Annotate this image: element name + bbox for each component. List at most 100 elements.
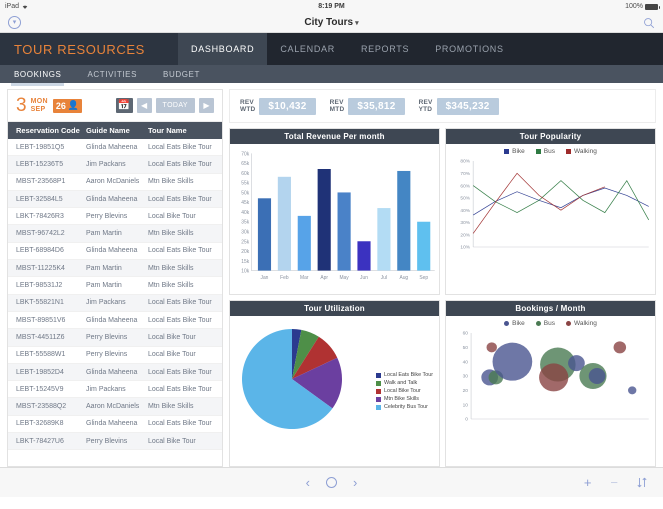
svg-text:50: 50 <box>463 345 469 350</box>
cell-guide-name: Perry Blevins <box>86 212 128 220</box>
table-row[interactable]: LEBT-32584L5 Glinda Maheena Local Eats Bik… <box>8 190 222 209</box>
kpi-rev-mtd-label: REV MTD <box>330 99 345 113</box>
main-tab-bar: DASHBOARD CALENDAR REPORTS PROMOTIONS <box>178 33 663 65</box>
cell-tour-name: Local Eats Bike Tour <box>148 247 212 255</box>
svg-text:30: 30 <box>463 374 469 379</box>
table-row[interactable]: LBKT-55821N1 Jim Packans Local Eats Bike T… <box>8 294 222 312</box>
pie-legend-item: Walk and Talk <box>375 380 433 386</box>
cell-reservation-code: LEBT-19852D4 <box>16 368 64 376</box>
cell-reservation-code: LBKT-78427U6 <box>16 437 64 445</box>
table-row[interactable]: MBST-11225K4 Pam Martin Mtn Bike Skills <box>8 260 222 278</box>
pie-legend-item: Local Bike Tour <box>375 388 433 394</box>
cell-guide-name: Aaron McDaniels <box>86 403 140 411</box>
pie-legend-swatch <box>375 380 381 386</box>
brand-block: TOUR RESOURCES <box>0 33 178 65</box>
cell-reservation-code: MBST-11225K4 <box>16 264 65 272</box>
table-row[interactable]: MBST-89851V6 Glinda Maheena Local Eats Bik… <box>8 312 222 330</box>
card-tour-utilization: Tour Utilization Local Eats Bike Tour Wal… <box>229 300 440 467</box>
svg-text:Jun: Jun <box>360 275 368 281</box>
table-row[interactable]: LEBT-32689K8 Glinda Maheena Local Eats Bik… <box>8 416 222 434</box>
kpi-rev-ytd-line1: REV <box>418 99 433 106</box>
chevron-down-circle-icon[interactable]: ▾ <box>8 16 21 29</box>
column-header-reservation-code[interactable]: Reservation Code <box>8 126 86 135</box>
legend-swatch-walking <box>565 149 571 154</box>
pie-legend-swatch <box>375 396 381 402</box>
table-row[interactable]: LEBT-15245V9 Jim Packans Local Eats Bike T… <box>8 381 222 399</box>
add-icon[interactable]: + <box>584 476 592 489</box>
legend-label-walking-bookings: Walking <box>573 320 597 327</box>
today-button[interactable]: TODAY <box>155 98 195 113</box>
search-icon[interactable] <box>643 17 655 29</box>
sub-tab-activities[interactable]: ACTIVITIES <box>87 65 137 83</box>
svg-text:Jul: Jul <box>381 275 387 281</box>
chart-tour-utilization[interactable]: Local Eats Bike Tour Walk and Talk Local B… <box>230 316 439 466</box>
kpi-rev-ytd-label: REV YTD <box>419 99 433 113</box>
legend-tour-popularity: Bike Bus Walking <box>446 144 655 155</box>
cell-tour-name: Local Eats Bike Tour <box>148 299 212 307</box>
tab-dashboard[interactable]: DASHBOARD <box>178 33 268 65</box>
sort-icon[interactable] <box>637 477 647 488</box>
table-row[interactable]: LBKT-78426R3 Perry Blevins Local Bike Tour <box>8 208 222 226</box>
date-day-number: 3 <box>16 95 27 116</box>
circle-icon[interactable] <box>326 477 337 488</box>
pie-legend-item: Local Eats Bike Tour <box>375 372 433 378</box>
page-title[interactable]: City Tours ▾ <box>0 17 663 28</box>
table-row[interactable]: LEBT-55588W1 Perry Blevins Local Bike Tour <box>8 347 222 364</box>
chart-tour-popularity[interactable]: Bike Bus Walking 80% 70% 60% 50% 40% 30% 20% 10… <box>446 144 655 294</box>
svg-text:60: 60 <box>463 331 469 336</box>
next-icon[interactable]: › <box>353 476 357 489</box>
column-header-tour-name[interactable]: Tour Name <box>148 126 222 135</box>
sub-tab-bookings[interactable]: BOOKINGS <box>10 65 66 86</box>
chart-total-revenue[interactable]: 70k 65k 60k 55k 50k 45k 40k 35k 30k 25k 20k 15k 10k J… <box>230 144 439 294</box>
kpi-rev-wtd-line2: WTD <box>240 106 256 113</box>
table-row[interactable]: LEBT-19851Q5 Glinda Maheena Local Eats Bik… <box>8 139 222 157</box>
tab-calendar[interactable]: CALENDAR <box>267 33 348 65</box>
chart-bookings-per-month[interactable]: Bike Bus Walking 60 50 40 30 20 10 0 <box>446 316 655 466</box>
table-row[interactable]: MBST-23568P1 Aaron McDaniels Mtn Bike Skil… <box>8 174 222 191</box>
cell-tour-name: Mtn Bike Skills <box>148 403 194 411</box>
table-row[interactable]: LEBT-15236T5 Jim Packans Local Eats Bike T… <box>8 156 222 174</box>
table-row[interactable]: LEBT-19852D4 Glinda Maheena Local Eats Bik… <box>8 363 222 382</box>
svg-text:60k: 60k <box>241 171 249 177</box>
next-day-button[interactable]: ▶ <box>199 98 214 113</box>
table-row[interactable]: LEBT-98531J2 Pam Martin Mtn Bike Skills <box>8 277 222 295</box>
prev-day-button[interactable]: ◀ <box>136 98 152 113</box>
calendar-icon[interactable]: 📅 <box>115 98 133 113</box>
pie-legend-swatch <box>375 388 381 394</box>
pie-legend-label: Mtn Bike Skills <box>383 396 420 402</box>
kpi-rev-mtd-line2: MTD <box>329 106 345 113</box>
cell-guide-name: Glinda Maheena <box>86 368 138 376</box>
minus-icon[interactable]: − <box>610 476 618 489</box>
booking-count-badge: 26 👤 <box>52 98 83 113</box>
date-toolbar: 3 MON SEP 26 👤 📅 ◀ TODAY ▶ <box>8 90 222 122</box>
table-row[interactable]: LEBT-68984D6 Glinda Maheena Local Eats Bik… <box>8 243 222 261</box>
cell-guide-name: Perry Blevins <box>86 437 128 445</box>
pie-legend-swatch <box>375 372 381 378</box>
table-row[interactable]: MBST-23588Q2 Aaron McDaniels Mtn Bike Skil… <box>8 398 222 416</box>
cell-tour-name: Local Bike Tour <box>148 351 196 359</box>
person-icon: 👤 <box>67 100 80 110</box>
table-row[interactable]: MBST-44511Z6 Perry Blevins Local Bike Tour <box>8 329 222 347</box>
reservations-table-body[interactable]: LEBT-19851Q5 Glinda Maheena Local Eats Bik… <box>8 139 222 466</box>
bottom-toolbar-center: ‹ › <box>0 476 663 489</box>
battery-icon <box>645 3 660 10</box>
previous-icon[interactable]: ‹ <box>306 476 310 489</box>
svg-text:50k: 50k <box>241 190 249 196</box>
legend-item-walking: Walking <box>565 148 597 155</box>
table-row[interactable]: MBST-96742L2 Pam Martin Mtn Bike Skills <box>8 225 222 243</box>
cell-tour-name: Local Bike Tour <box>148 212 196 220</box>
cell-guide-name: Jim Packans <box>86 160 126 168</box>
sub-tab-budget[interactable]: BUDGET <box>163 65 200 83</box>
cell-guide-name: Jim Packans <box>86 385 126 393</box>
tab-promotions[interactable]: PROMOTIONS <box>422 33 517 65</box>
legend-label-bike: Bike <box>512 148 525 155</box>
cell-reservation-code: LEBT-68984D6 <box>16 247 64 255</box>
chevron-down-icon: ▾ <box>355 20 359 27</box>
svg-text:40k: 40k <box>241 210 249 216</box>
table-row[interactable]: LBKT-78427U6 Perry Blevins Local Bike Tour <box>8 433 222 451</box>
column-header-guide-name[interactable]: Guide Name <box>86 126 148 135</box>
cell-tour-name: Mtn Bike Skills <box>148 282 194 290</box>
cell-tour-name: Local Eats Bike Tour <box>148 420 212 428</box>
card-title-tour-utilization: Tour Utilization <box>230 301 439 316</box>
tab-reports[interactable]: REPORTS <box>348 33 422 65</box>
